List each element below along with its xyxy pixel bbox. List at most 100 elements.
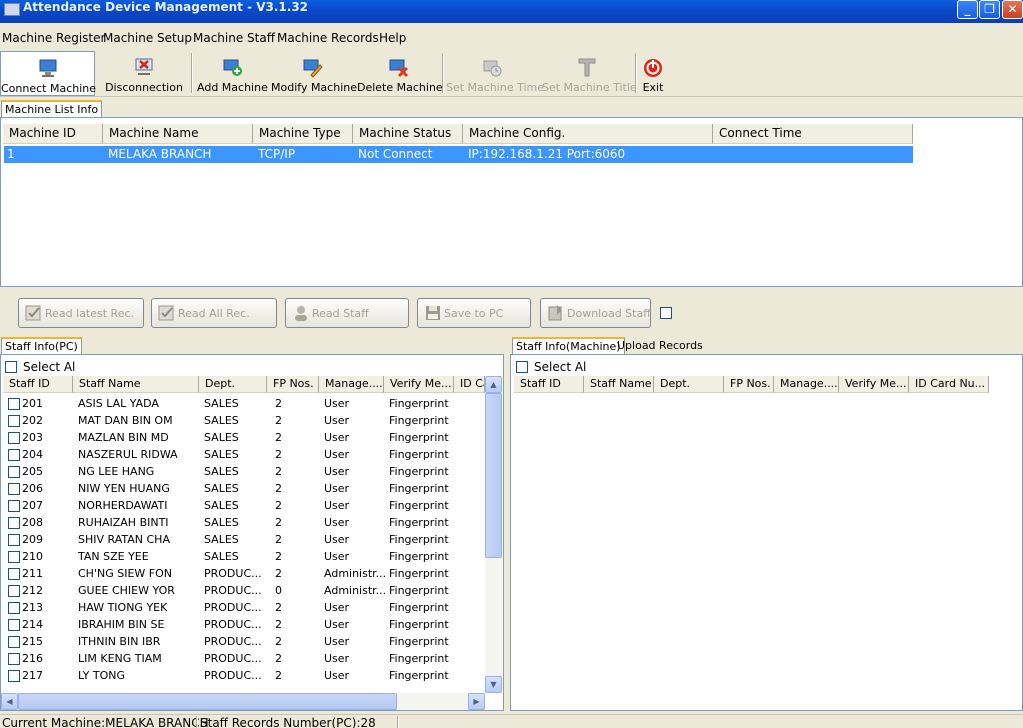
- staff-row[interactable]: 208 RUHAIZAH BINTI SALES 2 User Fingerprint: [1, 514, 485, 531]
- staff-row[interactable]: 202 MAT DAN BIN OM SALES 2 User Fingerprint: [1, 412, 485, 429]
- col-staff-name[interactable]: Staff Name: [73, 376, 199, 393]
- set-machine-time-button[interactable]: Set Machine Time: [446, 51, 544, 96]
- verify-method-cell: Fingerprint: [389, 601, 449, 614]
- dept-cell: SALES: [204, 465, 239, 478]
- connect-machine-button[interactable]: Connect Machine: [0, 51, 96, 96]
- staff-row-checkbox[interactable]: [8, 415, 20, 427]
- staff-row[interactable]: 216 LIM KENG TIAM PRODUC... 2 User Fingerprin…: [1, 650, 485, 667]
- menu-machine-staff[interactable]: Machine Staff: [193, 31, 275, 45]
- col-staff-name-machine[interactable]: Staff Name: [584, 376, 654, 393]
- staff-row-checkbox[interactable]: [8, 585, 20, 597]
- col-dept-machine[interactable]: Dept.: [654, 376, 724, 393]
- staff-pc-vertical-scrollbar[interactable]: ▲ ▼: [485, 376, 502, 693]
- fp-nos-cell: 2: [275, 431, 282, 444]
- machine-status-cell: Not Connect: [358, 147, 433, 161]
- staff-row-checkbox[interactable]: [8, 398, 20, 410]
- staff-row-checkbox[interactable]: [8, 500, 20, 512]
- staff-row[interactable]: 211 CH'NG SIEW FON PRODUC... 2 Administr... F…: [1, 565, 485, 582]
- staff-row-checkbox[interactable]: [8, 517, 20, 529]
- staff-name-cell: LIM KENG TIAM: [78, 652, 162, 665]
- modify-machine-button[interactable]: Modify Machine: [271, 51, 357, 96]
- scroll-left-icon[interactable]: ◀: [1, 693, 18, 710]
- col-manage-machine[interactable]: Manage....: [774, 376, 839, 393]
- menu-help[interactable]: Help: [379, 31, 406, 45]
- staff-row-checkbox[interactable]: [8, 449, 20, 461]
- tab-staff-info-machine[interactable]: Staff Info(Machine): [512, 337, 625, 355]
- col-verify-method[interactable]: Verify Me...: [384, 376, 454, 393]
- staff-row[interactable]: 209 SHIV RATAN CHA SALES 2 User Fingerprint: [1, 531, 485, 548]
- scroll-thumb-horizontal[interactable]: [18, 693, 397, 710]
- staff-row-checkbox[interactable]: [8, 619, 20, 631]
- staff-row[interactable]: 201 ASIS LAL YADA SALES 2 User Fingerprint: [1, 395, 485, 412]
- staff-row-checkbox[interactable]: [8, 653, 20, 665]
- scroll-up-icon[interactable]: ▲: [485, 376, 502, 393]
- select-all-checkbox-pc[interactable]: [5, 361, 17, 373]
- staff-row-checkbox[interactable]: [8, 432, 20, 444]
- download-staff-button[interactable]: Download Staff: [540, 298, 651, 328]
- staff-row-checkbox[interactable]: [8, 466, 20, 478]
- staff-row[interactable]: 205 NG LEE HANG SALES 2 User Fingerprint: [1, 463, 485, 480]
- menu-machine-setup[interactable]: Machine Setup: [103, 31, 192, 45]
- staff-row-checkbox[interactable]: [8, 534, 20, 546]
- select-all-checkbox-machine[interactable]: [516, 361, 528, 373]
- scroll-thumb[interactable]: [485, 393, 502, 558]
- save-to-pc-button[interactable]: Save to PC: [417, 298, 531, 328]
- delete-machine-button[interactable]: Delete Machine: [357, 51, 443, 96]
- staff-row-checkbox[interactable]: [8, 568, 20, 580]
- staff-row[interactable]: 212 GUEE CHIEW YOR PRODUC... 0 Administr... F…: [1, 582, 485, 599]
- col-verify-method-machine[interactable]: Verify Me...: [839, 376, 909, 393]
- verify-method-cell: Fingerprint: [389, 516, 449, 529]
- staff-id-cell: 215: [22, 635, 43, 648]
- staff-row[interactable]: 210 TAN SZE YEE SALES 2 User Fingerprint: [1, 548, 485, 565]
- read-latest-records-button[interactable]: Read latest Rec.: [18, 298, 144, 328]
- staff-row-checkbox[interactable]: [8, 551, 20, 563]
- manage-cell: User: [324, 465, 350, 478]
- col-manage[interactable]: Manage....: [319, 376, 384, 393]
- col-machine-type[interactable]: Machine Type: [253, 124, 353, 144]
- manage-cell: User: [324, 482, 350, 495]
- col-staff-id[interactable]: Staff ID: [3, 376, 73, 393]
- machine-row[interactable]: 1 MELAKA BRANCH TCP/IP Not Connect IP:19…: [4, 146, 913, 163]
- fp-nos-cell: 2: [275, 669, 282, 682]
- staff-row[interactable]: 207 NORHERDAWATI SALES 2 User Fingerprint: [1, 497, 485, 514]
- col-fp-nos[interactable]: FP Nos.: [267, 376, 319, 393]
- col-id-card[interactable]: ID Ca: [454, 376, 485, 393]
- col-machine-status[interactable]: Machine Status: [353, 124, 463, 144]
- minimize-button[interactable]: _: [957, 0, 978, 19]
- menu-machine-register[interactable]: Machine Register: [2, 31, 105, 45]
- read-all-records-button[interactable]: Read All Rec.: [151, 298, 277, 328]
- col-id-card-number-machine[interactable]: ID Card Nu...: [909, 376, 989, 393]
- staff-row[interactable]: 206 NIW YEN HUANG SALES 2 User Fingerprint: [1, 480, 485, 497]
- read-staff-button[interactable]: Read Staff: [285, 298, 409, 328]
- disconnect-button[interactable]: Disconnection: [104, 51, 184, 96]
- staff-row-checkbox[interactable]: [8, 670, 20, 682]
- close-button[interactable]: ✕: [1002, 0, 1023, 19]
- staff-row[interactable]: 214 IBRAHIM BIN SE PRODUC... 2 User Fingerpri…: [1, 616, 485, 633]
- staff-row-checkbox[interactable]: [8, 636, 20, 648]
- option-checkbox[interactable]: [660, 307, 672, 319]
- staff-row[interactable]: 213 HAW TIONG YEK PRODUC... 2 User Fingerprin…: [1, 599, 485, 616]
- tab-staff-info-pc[interactable]: Staff Info(PC): [1, 337, 82, 355]
- col-machine-config[interactable]: Machine Config.: [463, 124, 713, 144]
- col-fp-nos-machine[interactable]: FP Nos.: [724, 376, 774, 393]
- set-machine-title-button[interactable]: Set Machine Title: [542, 51, 637, 96]
- col-connect-time[interactable]: Connect Time: [713, 124, 913, 144]
- menu-machine-records[interactable]: Machine Records: [277, 31, 379, 45]
- scroll-down-icon[interactable]: ▼: [485, 676, 502, 693]
- staff-row-checkbox[interactable]: [8, 483, 20, 495]
- scroll-right-icon[interactable]: ▶: [468, 693, 485, 710]
- staff-row[interactable]: 203 MAZLAN BIN MD SALES 2 User Fingerprint: [1, 429, 485, 446]
- staff-row[interactable]: 217 LY TONG PRODUC... 2 User Fingerprint: [1, 667, 485, 684]
- tab-machine-list-info[interactable]: Machine List Info: [1, 100, 103, 118]
- col-dept[interactable]: Dept.: [199, 376, 267, 393]
- staff-row[interactable]: 204 NASZERUL RIDWA SALES 2 User Fingerprint: [1, 446, 485, 463]
- col-machine-name[interactable]: Machine Name: [103, 124, 253, 144]
- col-machine-id[interactable]: Machine ID: [3, 124, 103, 144]
- staff-pc-horizontal-scrollbar[interactable]: ◀ ▶: [1, 693, 485, 710]
- add-machine-button[interactable]: Add Machine: [197, 51, 268, 96]
- col-staff-id-machine[interactable]: Staff ID: [514, 376, 584, 393]
- staff-row[interactable]: 215 ITHNIN BIN IBR PRODUC... 2 User Fingerpri…: [1, 633, 485, 650]
- staff-row-checkbox[interactable]: [8, 602, 20, 614]
- restore-button[interactable]: ❐: [979, 0, 1000, 19]
- exit-button[interactable]: Exit: [639, 51, 667, 96]
